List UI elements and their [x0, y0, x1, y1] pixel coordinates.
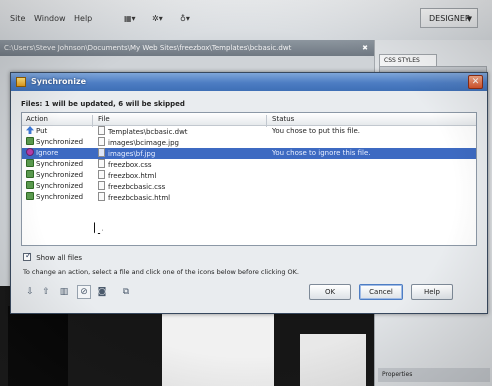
column-header-status[interactable]: Status [272, 115, 294, 123]
workspace-switcher[interactable]: DESIGNER ▼ [420, 8, 478, 28]
row-file-name: freezbox.css [108, 161, 152, 169]
extensions-icon[interactable]: ✲▾ [152, 14, 163, 23]
row-action: Synchronized [26, 159, 83, 170]
file-icon [98, 126, 105, 135]
row-action-label: Synchronized [36, 193, 84, 201]
instructions-text: To change an action, select a file and c… [23, 268, 299, 276]
sync-summary: Files: 1 will be updated, 6 will be skip… [21, 100, 185, 108]
file-icon [98, 159, 105, 168]
row-action-label: Synchronized [36, 171, 84, 179]
canvas-block [300, 334, 366, 386]
checkmark-icon: ✓ [25, 251, 32, 260]
show-all-label: Show all files [36, 254, 83, 262]
show-all-checkbox[interactable]: ✓ [23, 251, 32, 261]
synchronized-icon [26, 170, 34, 178]
column-header-action[interactable]: Action [26, 115, 48, 123]
put-arrow-icon [26, 126, 34, 134]
row-action: Ignore [26, 148, 58, 159]
table-row[interactable]: Synchronized images\bcimage.jpg [22, 137, 476, 148]
file-icon [98, 148, 105, 157]
synchronized-icon [26, 192, 34, 200]
document-path-bar: C:\Users\Steve Johnson\Documents\My Web … [0, 40, 374, 56]
dialog-titlebar[interactable]: Synchronize ✕ [11, 73, 487, 91]
ok-button[interactable]: OK [309, 284, 351, 300]
compare-icon[interactable]: ⧉ [119, 285, 133, 299]
row-status: You chose to ignore this file. [272, 149, 371, 157]
row-file: freezbcbasic.html [98, 192, 170, 204]
row-file-name: freezbox.html [108, 172, 157, 180]
row-action-label: Synchronized [36, 138, 84, 146]
column-header-file[interactable]: File [98, 115, 110, 123]
row-action: Synchronized [26, 137, 83, 148]
file-icon [98, 181, 105, 190]
site-icon[interactable]: ♁▾ [180, 14, 190, 23]
delete-icon[interactable]: ▥ [57, 285, 71, 299]
ignore-icon[interactable]: ⊘ [77, 285, 91, 299]
canvas-block [8, 306, 68, 386]
row-file-name: Templates\bcbasic.dwt [108, 128, 188, 136]
row-action-label: Synchronized [36, 182, 84, 190]
document-path: C:\Users\Steve Johnson\Documents\My Web … [4, 44, 292, 52]
row-status: You chose to put this file. [272, 127, 361, 135]
row-action: Synchronized [26, 192, 83, 203]
row-action-label: Synchronized [36, 160, 84, 168]
row-action: Synchronized [26, 170, 83, 181]
row-action: Put [26, 126, 47, 137]
row-file-name: images\bf.jpg [108, 150, 156, 158]
synchronized-icon[interactable]: ◙ [95, 285, 109, 299]
table-row[interactable]: Synchronized freezbox.css [22, 159, 476, 170]
canvas-block [162, 310, 274, 386]
file-icon [98, 192, 105, 201]
file-list[interactable]: Action File Status Put Templates\bcbasic.… [21, 112, 477, 246]
synchronize-dialog: Synchronize ✕ Files: 1 will be updated, … [10, 72, 488, 314]
menu-window[interactable]: Window [34, 14, 66, 23]
dreamweaver-icon [16, 77, 26, 87]
tab-css-styles[interactable]: CSS STYLES [379, 54, 437, 66]
row-action-label: Put [36, 127, 48, 135]
close-icon[interactable]: ✖ [362, 40, 368, 56]
row-file-name: freezbcbasic.css [108, 183, 166, 191]
row-action: Synchronized [26, 181, 83, 192]
menu-site[interactable]: Site [10, 14, 25, 23]
synchronized-icon [26, 159, 34, 167]
help-button[interactable]: Help [411, 284, 453, 300]
workspace-label: DESIGNER [429, 14, 471, 23]
close-button[interactable]: ✕ [468, 75, 483, 89]
layout-icon[interactable]: ▦▾ [124, 14, 136, 23]
row-file-name: images\bcimage.jpg [108, 139, 179, 147]
menu-help[interactable]: Help [74, 14, 92, 23]
table-row[interactable]: Synchronized freezbcbasic.css [22, 181, 476, 192]
app-menubar: Site Window Help ▦▾ ✲▾ ♁▾ DESIGNER ▼ [0, 0, 492, 41]
synchronized-icon [26, 181, 34, 189]
table-row[interactable]: Ignore images\bf.jpg You chose to ignore t… [22, 148, 476, 159]
put-icon[interactable]: ⇧ [39, 285, 53, 299]
synchronized-icon [26, 137, 34, 145]
dialog-title: Synchronize [31, 77, 87, 86]
file-rows: Put Templates\bcbasic.dwt You chose to put… [22, 126, 476, 203]
file-icon [98, 137, 105, 146]
file-icon [98, 170, 105, 179]
row-file-name: freezbcbasic.html [108, 194, 171, 202]
show-all-files[interactable]: ✓ Show all files [23, 251, 83, 262]
table-row[interactable]: Put Templates\bcbasic.dwt You chose to put… [22, 126, 476, 137]
cancel-button[interactable]: Cancel [359, 284, 403, 300]
ignore-icon [26, 148, 34, 156]
table-row[interactable]: Synchronized freezbox.html [22, 170, 476, 181]
chevron-down-icon: ▼ [466, 15, 472, 23]
properties-panel-label[interactable]: Properties [378, 368, 490, 382]
table-row[interactable]: Synchronized freezbcbasic.html [22, 192, 476, 203]
row-action-label: Ignore [36, 149, 59, 157]
list-header: Action File Status [22, 113, 476, 127]
get-icon[interactable]: ⇩ [23, 285, 37, 299]
